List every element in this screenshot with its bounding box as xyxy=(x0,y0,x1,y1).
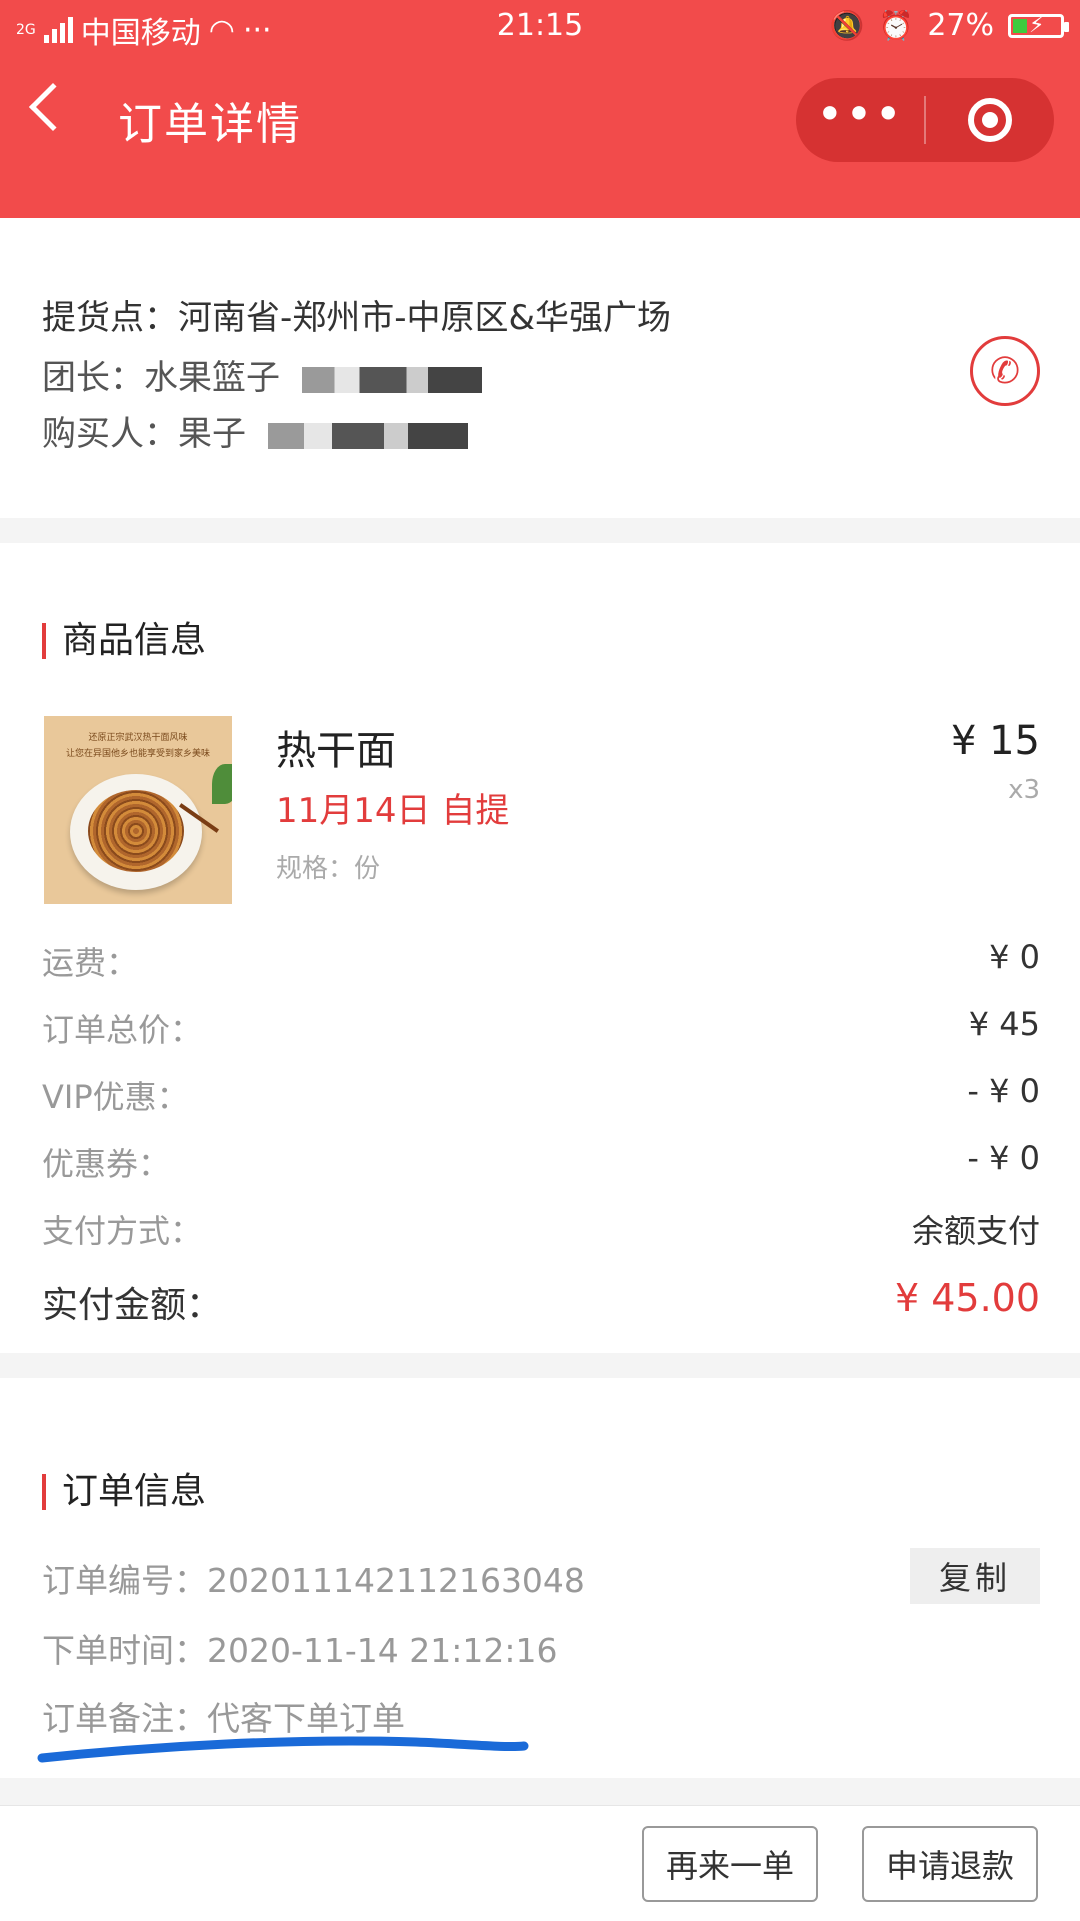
status-bar: 2G 中国移动 ◠ ··· 21:15 🔕 ⏰ 27% ⚡ xyxy=(0,0,1080,56)
copy-order-number-button[interactable]: 复制 xyxy=(910,1548,1040,1604)
refund-button[interactable]: 申请退款 xyxy=(862,1826,1038,1902)
status-right: 🔕 ⏰ 27% ⚡ xyxy=(829,8,1069,43)
leader-label: 团长： xyxy=(42,358,144,398)
shipping-value: ¥ 0 xyxy=(989,938,1040,976)
pickup-point-value: 河南省-郑州市-中原区&华强广场 xyxy=(178,298,672,338)
product-name[interactable]: 热干面 xyxy=(276,718,396,776)
product-quantity: x3 xyxy=(1008,775,1040,805)
thumb-caption-1: 还原正宗武汉热干面风味 xyxy=(88,733,188,743)
order-total-row: 订单总价： ¥ 45 xyxy=(42,1005,1040,1051)
shipping-label: 运费： xyxy=(42,944,139,982)
target-icon xyxy=(968,98,1012,142)
paid-amount-row: 实付金额： ¥ 45.00 xyxy=(42,1276,1040,1328)
thumb-caption-2: 让您在异国他乡也能享受到家乡美味 xyxy=(65,749,210,759)
paid-amount-value: ¥ 45.00 xyxy=(894,1276,1040,1320)
bottom-action-bar: 再来一单 申请退款 xyxy=(0,1805,1080,1921)
leader-value: 水果篮子 xyxy=(144,358,280,398)
close-mini-program-button[interactable] xyxy=(926,98,1054,142)
order-time-value: 2020-11-14 21:12:16 xyxy=(207,1631,558,1670)
buyer-row: 购买人：果子 xyxy=(42,406,468,455)
coupon-label: 优惠券： xyxy=(42,1145,171,1183)
mini-program-capsule: ••• xyxy=(796,78,1054,162)
leaf-shape xyxy=(212,764,232,804)
battery-percent: 27% xyxy=(927,8,994,43)
payment-method-label: 支付方式： xyxy=(42,1212,203,1250)
product-price: ¥ 15 xyxy=(950,718,1040,764)
order-number-value: 202011142112163048 xyxy=(207,1561,585,1600)
blue-underline-annotation xyxy=(37,1736,529,1763)
shipping-row: 运费： ¥ 0 xyxy=(42,938,1040,984)
vip-discount-value: - ¥ 0 xyxy=(967,1072,1040,1110)
more-menu-button[interactable]: ••• xyxy=(796,91,924,137)
order-total-label: 订单总价： xyxy=(42,1011,203,1049)
pickup-point-label: 提货点： xyxy=(42,298,178,338)
battery-icon: ⚡ xyxy=(1008,13,1069,38)
pickup-card: 提货点：河南省-郑州市-中原区&华强广场 团长：水果篮子 购买人：果子 ✆ xyxy=(0,218,1080,518)
buyer-label: 购买人： xyxy=(42,414,178,454)
order-info-card: 订单信息 订单编号：202011142112163048 复制 下单时间：202… xyxy=(0,1378,1080,1778)
payment-method-value: 余额支付 xyxy=(911,1212,1040,1250)
paid-amount-label: 实付金额： xyxy=(42,1285,223,1326)
goods-section-title: 商品信息 xyxy=(42,623,206,659)
bell-off-icon: 🔕 xyxy=(829,9,865,42)
order-number-row: 订单编号：202011142112163048 xyxy=(42,1554,585,1602)
vip-discount-row: VIP优惠： - ¥ 0 xyxy=(42,1072,1040,1118)
nav-bar: 订单详情 ••• xyxy=(0,60,1080,180)
pickup-point-row: 提货点：河南省-郑州市-中原区&华强广场 xyxy=(42,290,671,339)
order-time-label: 下单时间： xyxy=(42,1631,207,1670)
noodle-shape xyxy=(88,790,184,872)
page-title: 订单详情 xyxy=(118,99,302,150)
order-section-title: 订单信息 xyxy=(42,1474,206,1510)
order-total-value: ¥ 45 xyxy=(968,1005,1040,1043)
alarm-icon: ⏰ xyxy=(878,9,914,42)
reorder-button[interactable]: 再来一单 xyxy=(642,1826,818,1902)
pickup-date: 11月14日 自提 xyxy=(276,791,510,831)
product-image[interactable]: 还原正宗武汉热干面风味 让您在异国他乡也能享受到家乡美味 xyxy=(44,716,232,904)
product-spec: 规格：份 xyxy=(276,854,381,884)
redacted-phone xyxy=(302,366,482,393)
goods-card: 商品信息 还原正宗武汉热干面风味 让您在异国他乡也能享受到家乡美味 热干面 11… xyxy=(0,543,1080,1353)
top-bar: 2G 中国移动 ◠ ··· 21:15 🔕 ⏰ 27% ⚡ 订单详情 ••• xyxy=(0,0,1080,218)
vip-discount-label: VIP优惠： xyxy=(42,1078,189,1116)
order-number-label: 订单编号： xyxy=(42,1561,207,1600)
leader-row: 团长：水果篮子 xyxy=(42,350,482,399)
back-arrow-icon[interactable] xyxy=(28,82,78,132)
coupon-value: - ¥ 0 xyxy=(967,1139,1040,1177)
order-time-row: 下单时间：2020-11-14 21:12:16 xyxy=(42,1624,557,1672)
coupon-row: 优惠券： - ¥ 0 xyxy=(42,1139,1040,1185)
buyer-value: 果子 xyxy=(178,414,246,454)
redacted-buyer xyxy=(268,422,468,449)
phone-icon: ✆ xyxy=(989,350,1021,392)
payment-method-row: 支付方式： 余额支付 xyxy=(42,1206,1040,1252)
call-leader-button[interactable]: ✆ xyxy=(970,336,1040,406)
